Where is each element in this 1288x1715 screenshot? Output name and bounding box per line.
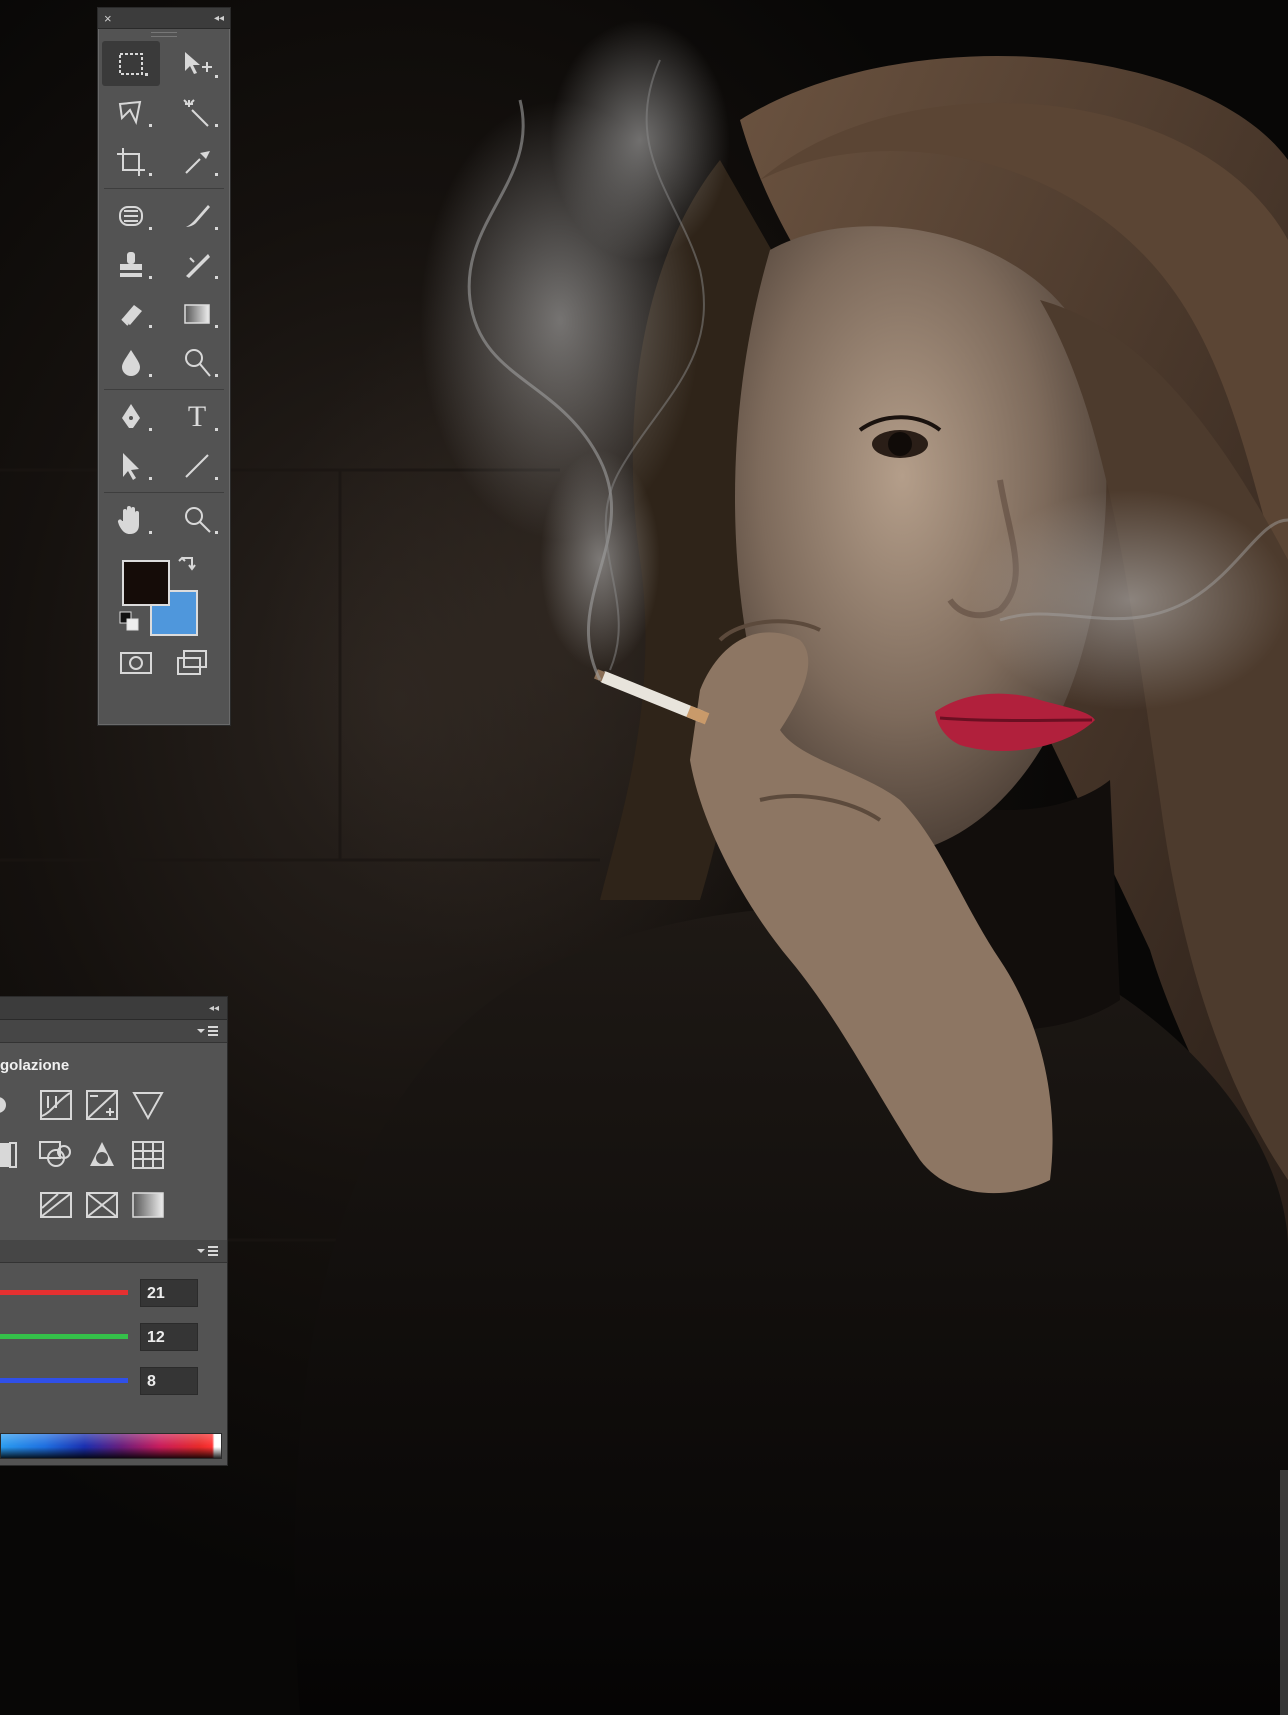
curves-icon[interactable] <box>38 1088 74 1122</box>
collapse-icon[interactable]: ◂◂ <box>214 13 224 24</box>
gradient-tool[interactable] <box>164 289 230 338</box>
marquee-icon <box>119 52 143 75</box>
move-icon <box>185 51 212 74</box>
brightness-icon[interactable] <box>0 1088 28 1122</box>
lasso-icon <box>118 100 142 125</box>
dodge-icon <box>185 348 211 377</box>
adjustments-row-3 <box>0 1180 227 1230</box>
eraser-icon <box>121 304 142 326</box>
hue-saturation-icon[interactable] <box>38 1138 74 1172</box>
blue-slider-row: 8 <box>0 1359 227 1403</box>
blue-slider[interactable] <box>0 1378 128 1383</box>
line-tool[interactable] <box>164 441 230 490</box>
triangle-icon[interactable] <box>130 1088 166 1122</box>
eyedropper-tool[interactable] <box>164 137 230 186</box>
color-panel-header <box>0 1240 227 1263</box>
color-spectrum-ramp[interactable] <box>0 1433 222 1459</box>
foreground-color-swatch[interactable] <box>122 560 170 606</box>
vibrance-icon[interactable] <box>0 1138 28 1172</box>
adjustments-row-1 <box>0 1080 227 1130</box>
magic-wand-icon <box>183 98 209 127</box>
eraser-tool[interactable] <box>98 289 164 338</box>
dodge-tool[interactable] <box>164 338 230 387</box>
screen-mode-icon[interactable] <box>174 648 210 678</box>
green-slider-row: 12 <box>0 1315 227 1359</box>
history-brush-icon <box>186 253 210 278</box>
path-selection-tool[interactable] <box>98 441 164 490</box>
close-icon[interactable]: × <box>104 11 112 26</box>
panel-menu-icon[interactable] <box>195 1024 219 1038</box>
spot-healing-tool[interactable] <box>98 191 164 240</box>
crop-icon <box>117 147 145 176</box>
pen-tool[interactable] <box>98 392 164 441</box>
invert-icon[interactable] <box>0 1188 28 1222</box>
color-panel-menu-icon[interactable] <box>195 1244 219 1258</box>
stamp-icon <box>120 251 142 277</box>
exposure-icon[interactable] <box>84 1088 120 1122</box>
adjustments-panel-header <box>0 1020 227 1043</box>
lasso-tool[interactable] <box>98 88 164 137</box>
hand-icon <box>117 505 139 534</box>
green-value-field[interactable]: 12 <box>140 1323 198 1351</box>
type-tool[interactable]: T <box>164 392 230 441</box>
red-slider[interactable] <box>0 1290 128 1295</box>
green-slider[interactable] <box>0 1334 128 1339</box>
zoom-icon <box>185 506 211 533</box>
line-icon <box>185 453 209 478</box>
blue-value-field[interactable]: 8 <box>140 1367 198 1395</box>
brush-icon <box>186 204 210 227</box>
arrow-icon <box>123 452 139 480</box>
adjustments-panel-title: golazione <box>0 1057 70 1074</box>
collapse-dock-icon[interactable]: ◂◂ <box>209 1003 219 1014</box>
rectangular-marquee-tool[interactable] <box>102 41 160 86</box>
hand-tool[interactable] <box>98 495 164 544</box>
tools-panel: × ◂◂ T <box>97 7 231 726</box>
quick-mask-icon[interactable] <box>118 648 154 678</box>
history-brush-tool[interactable] <box>164 240 230 289</box>
brush-tool[interactable] <box>164 191 230 240</box>
panel-grip[interactable] <box>98 29 230 39</box>
blur-drop-icon <box>122 349 140 376</box>
type-icon: T <box>187 399 207 433</box>
panel-dock: ◂◂ golazione 21 12 8 <box>0 996 228 1466</box>
posterize-icon[interactable] <box>38 1188 74 1222</box>
swap-colors-icon[interactable] <box>178 554 198 574</box>
black-white-icon[interactable] <box>130 1138 166 1172</box>
healing-icon <box>119 205 143 226</box>
magic-wand-tool[interactable] <box>164 88 230 137</box>
adjustments-row-2 <box>0 1130 227 1180</box>
blur-tool[interactable] <box>98 338 164 387</box>
red-slider-row: 21 <box>0 1271 227 1315</box>
color-balance-icon[interactable] <box>84 1138 120 1172</box>
default-colors-icon[interactable] <box>118 610 142 634</box>
eyedropper-icon <box>185 150 210 174</box>
move-tool[interactable] <box>164 39 230 88</box>
crop-tool[interactable] <box>98 137 164 186</box>
red-value-field[interactable]: 21 <box>140 1279 198 1307</box>
threshold-icon[interactable] <box>84 1188 120 1222</box>
gradient-map-icon[interactable] <box>130 1188 166 1222</box>
zoom-tool[interactable] <box>164 495 230 544</box>
tools-panel-header: × ◂◂ <box>98 8 230 29</box>
gradient-icon <box>184 303 210 324</box>
color-swatches <box>98 550 230 642</box>
pen-icon <box>122 403 140 428</box>
dock-header: ◂◂ <box>0 997 227 1020</box>
clone-stamp-tool[interactable] <box>98 240 164 289</box>
